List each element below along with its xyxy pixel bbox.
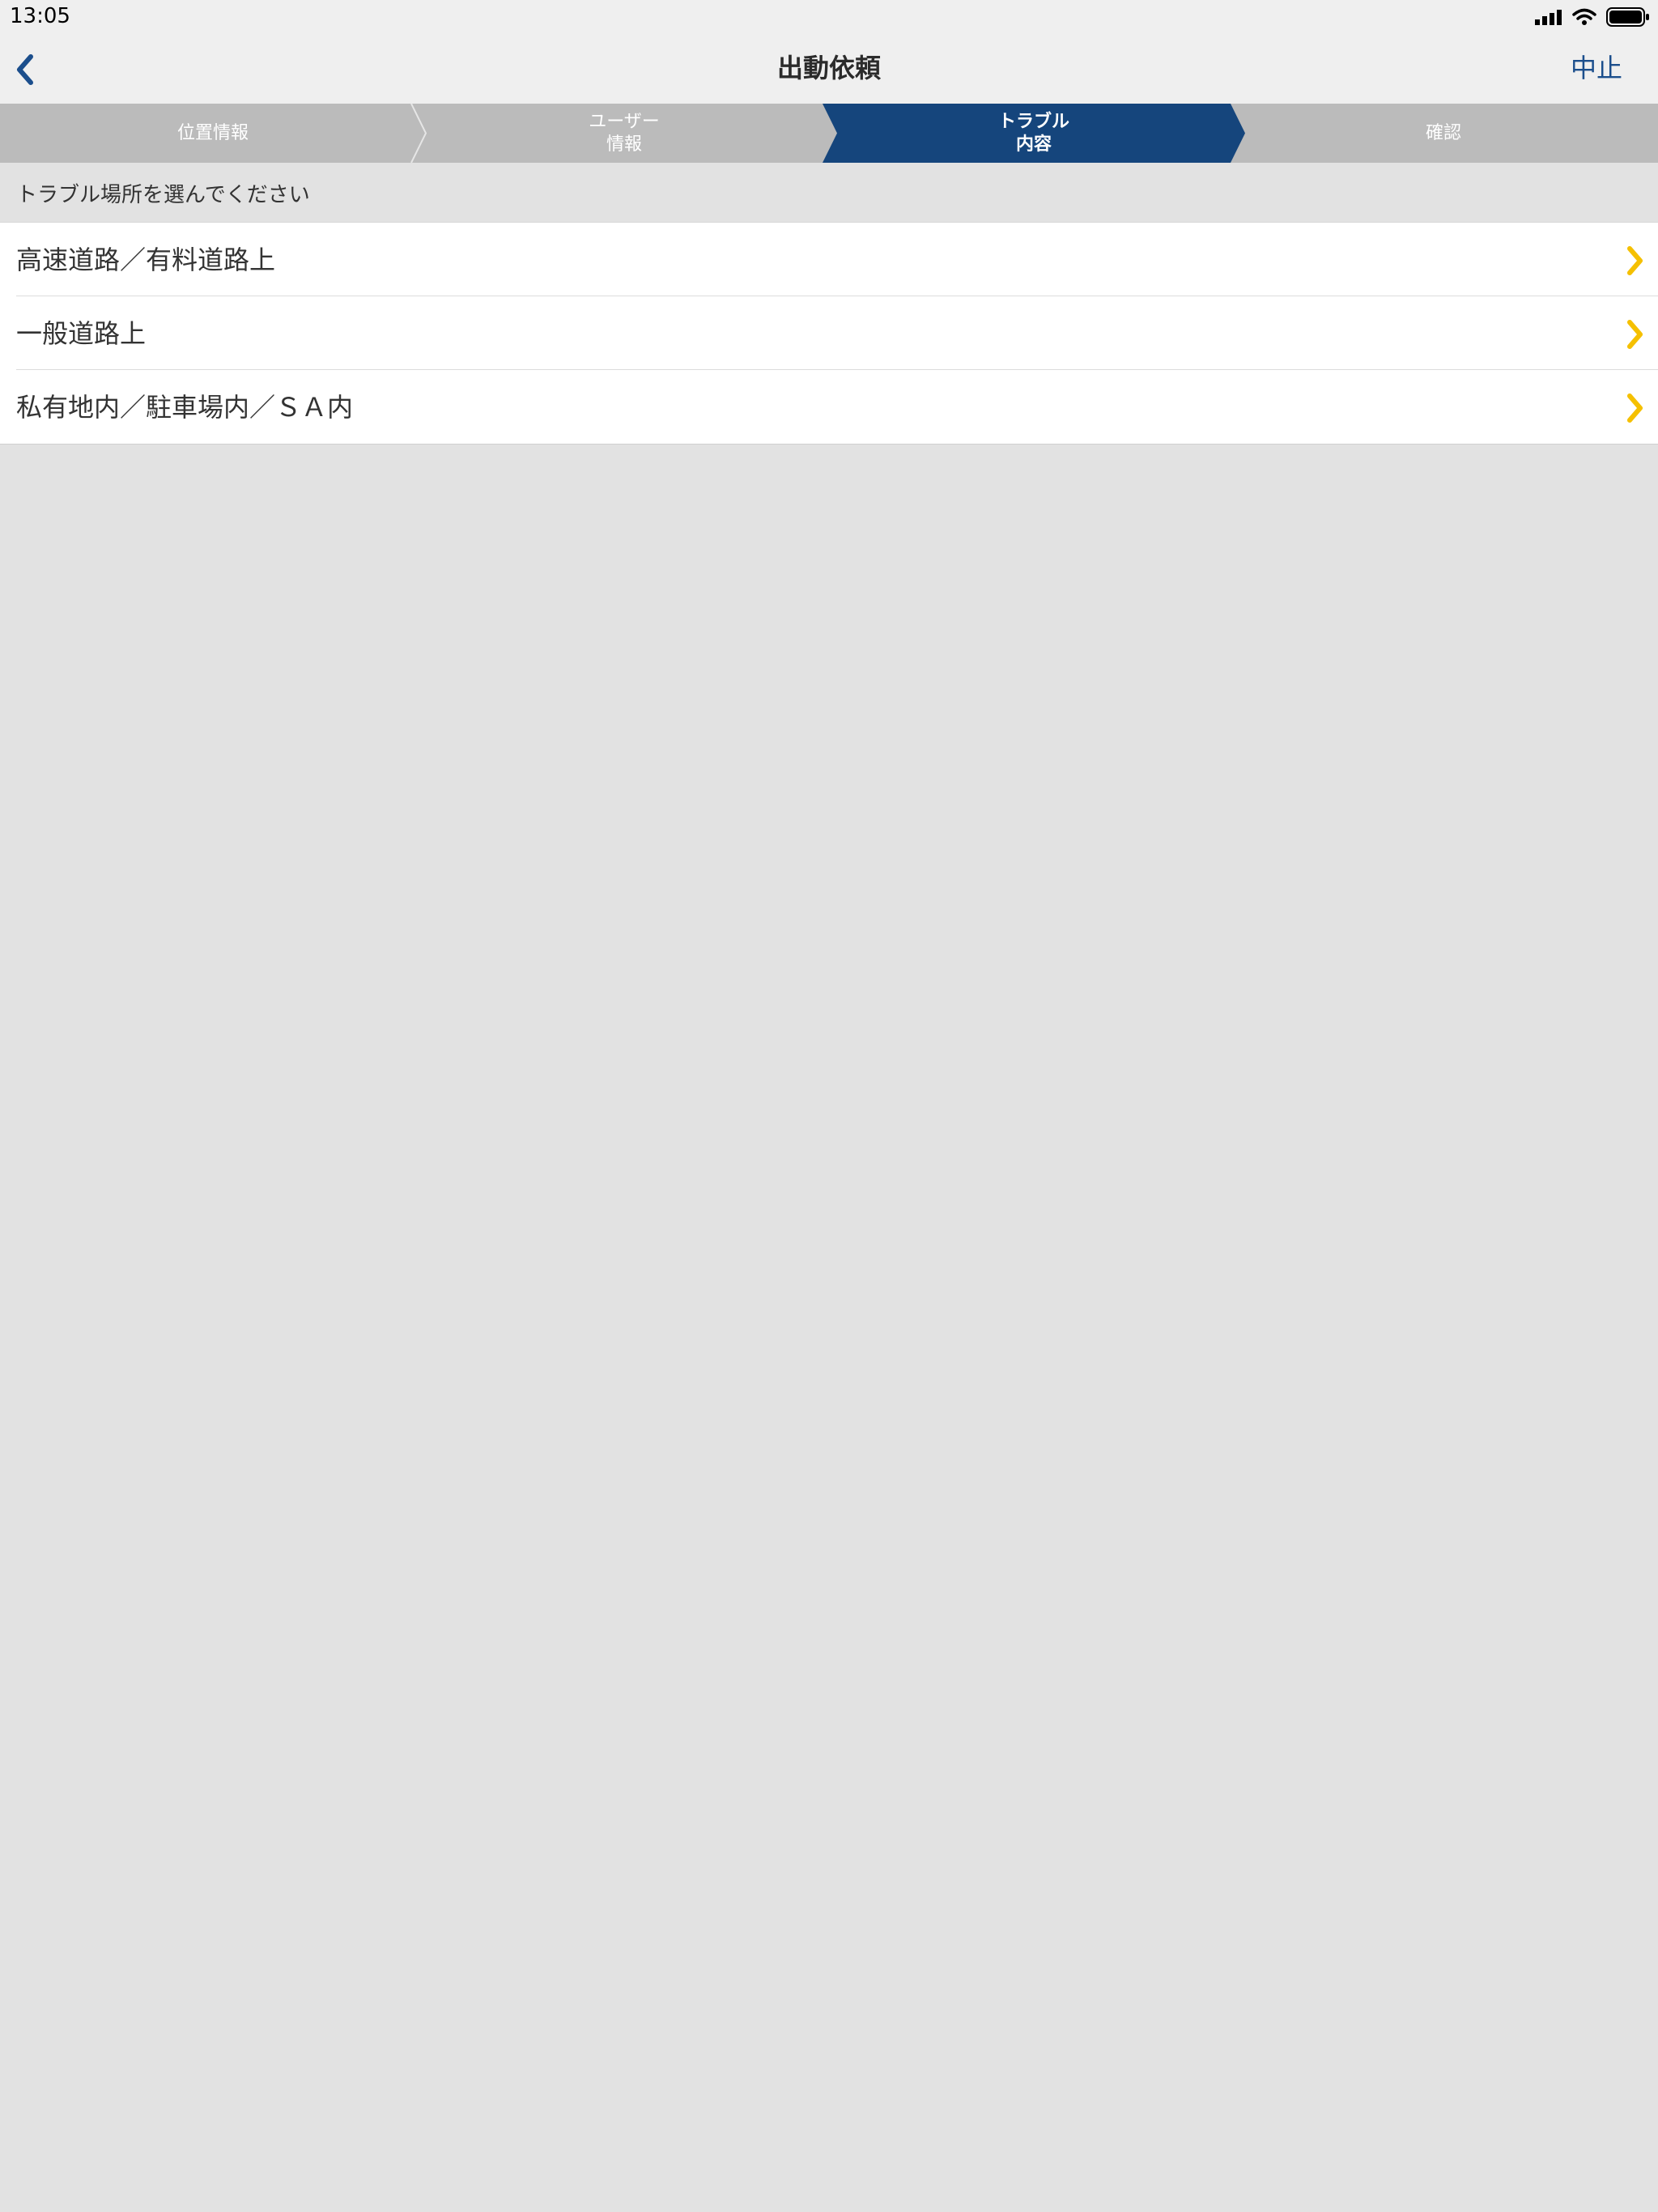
step-location: 位置情報 xyxy=(176,122,249,143)
section-header: トラブル場所を選んでください xyxy=(0,163,1658,223)
signal-icon xyxy=(1535,10,1562,25)
list-item-expressway[interactable]: 高速道路／有料道路上 xyxy=(0,223,1658,296)
status-icons xyxy=(1535,6,1650,28)
list-item-label: 高速道路／有料道路上 xyxy=(16,245,276,275)
list-item-label: 一般道路上 xyxy=(16,318,147,349)
step-progress-bar: 位置情報 ユーザー 情報 トラブル 内容 確認 xyxy=(0,104,1658,163)
step-trouble-details: トラブル 内容 xyxy=(997,111,1069,155)
list-item-label: 私有地内／駐車場内／ＳＡ内 xyxy=(16,392,354,423)
back-button[interactable] xyxy=(10,50,42,89)
step-user-info: ユーザー 情報 xyxy=(589,111,660,155)
step-confirm: 確認 xyxy=(1425,122,1461,143)
chevron-right-icon xyxy=(1627,320,1643,349)
chevron-right-icon xyxy=(1627,393,1643,423)
section-title: トラブル場所を選んでください xyxy=(16,183,310,207)
wifi-icon xyxy=(1572,8,1596,25)
location-list: 高速道路／有料道路上 一般道路上 私有地内／駐車場内／ＳＡ内 xyxy=(0,222,1658,445)
status-bar: 13:05 xyxy=(0,0,1658,32)
chevron-right-icon xyxy=(1627,246,1643,275)
cancel-button[interactable]: 中止 xyxy=(1571,49,1622,87)
page-title: 出動依頼 xyxy=(776,53,881,83)
status-time: 13:05 xyxy=(10,4,70,28)
chevron-left-icon xyxy=(17,54,33,85)
navigation-bar: 出動依頼 中止 xyxy=(0,32,1658,104)
list-item-private-land[interactable]: 私有地内／駐車場内／ＳＡ内 xyxy=(0,369,1658,444)
list-item-general-road[interactable]: 一般道路上 xyxy=(0,296,1658,370)
battery-icon xyxy=(1606,7,1649,27)
